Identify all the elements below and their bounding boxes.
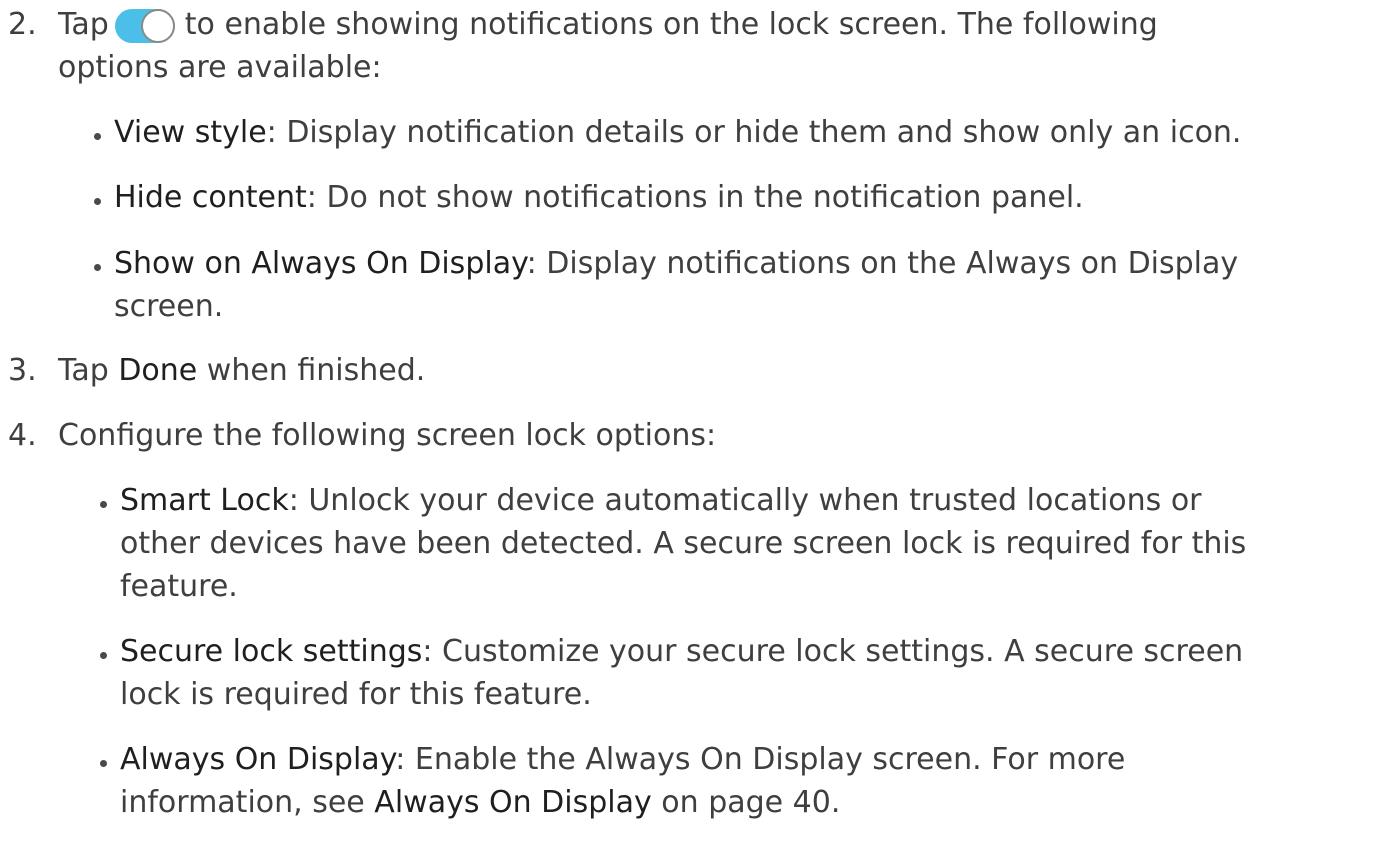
bullet-term: Smart Lock [120,483,289,518]
bullet-term: Show on Always On Display [114,246,527,281]
step-number: 2. [8,7,37,42]
bullet-desc-continued: information, see Always On Display on pa… [120,782,840,824]
bullet-desc-continued: lock is required for this feature. [120,677,592,712]
bullet-item: Hide content: Do not show notifications … [114,177,1084,219]
bullet-icon [94,198,101,205]
bullet-term: Hide content [114,180,307,215]
bullet-desc: : Do not show notifications in the notif… [306,180,1084,215]
step-text: Tap [58,7,109,42]
step-number: 3. [8,353,37,388]
manual-page: 2. Tap to enable showing notifications on… [0,0,1383,841]
bullet-icon [94,264,101,271]
cross-reference-link[interactable]: Always On Display [374,785,651,820]
bullet-term: View style [114,115,267,150]
bullet-desc-continued: other devices have been detected. A secu… [120,526,1247,561]
step-2-line-2: options are available: [58,50,382,85]
bullet-desc: : Unlock your device automatically when … [288,483,1202,518]
bullet-item: Always On Display: Enable the Always On … [120,739,1125,781]
step-term: Done [118,353,198,388]
bullet-desc: information, see [120,785,375,820]
step-text: to enable showing notifications on the l… [184,7,1158,42]
bullet-desc-continued: screen. [114,289,224,324]
step-number: 4. [8,418,37,453]
bullet-item: Secure lock settings: Customize your sec… [120,631,1243,673]
bullet-icon [100,652,107,659]
step-3-line: Tap Done when finished. [58,350,425,392]
bullet-term: Always On Display [120,742,396,777]
bullet-term: Secure lock settings [120,634,423,669]
bullet-desc: : Display notification details or hide t… [266,115,1242,150]
bullet-item: Smart Lock: Unlock your device automatic… [120,480,1202,522]
bullet-desc: : Display notifications on the Always on… [526,246,1239,281]
bullet-desc: : Enable the Always On Display screen. F… [395,742,1126,777]
bullet-item: Show on Always On Display: Display notif… [114,243,1238,285]
bullet-icon [100,760,107,767]
bullet-desc-continued: feature. [120,569,238,604]
step-4-line: Configure the following screen lock opti… [58,418,717,453]
step-text: Tap [58,353,119,388]
bullet-item: View style: Display notification details… [114,112,1241,154]
bullet-icon [94,133,101,140]
bullet-icon [100,501,107,508]
step-2-line-1: Tap to enable showing notifications on th… [58,4,1158,46]
toggle-switch-icon [114,8,175,43]
toggle-knob [140,8,175,43]
bullet-desc: : Customize your secure lock settings. A… [422,634,1244,669]
step-text: when finished. [197,353,426,388]
bullet-desc: on page 40. [651,785,841,820]
